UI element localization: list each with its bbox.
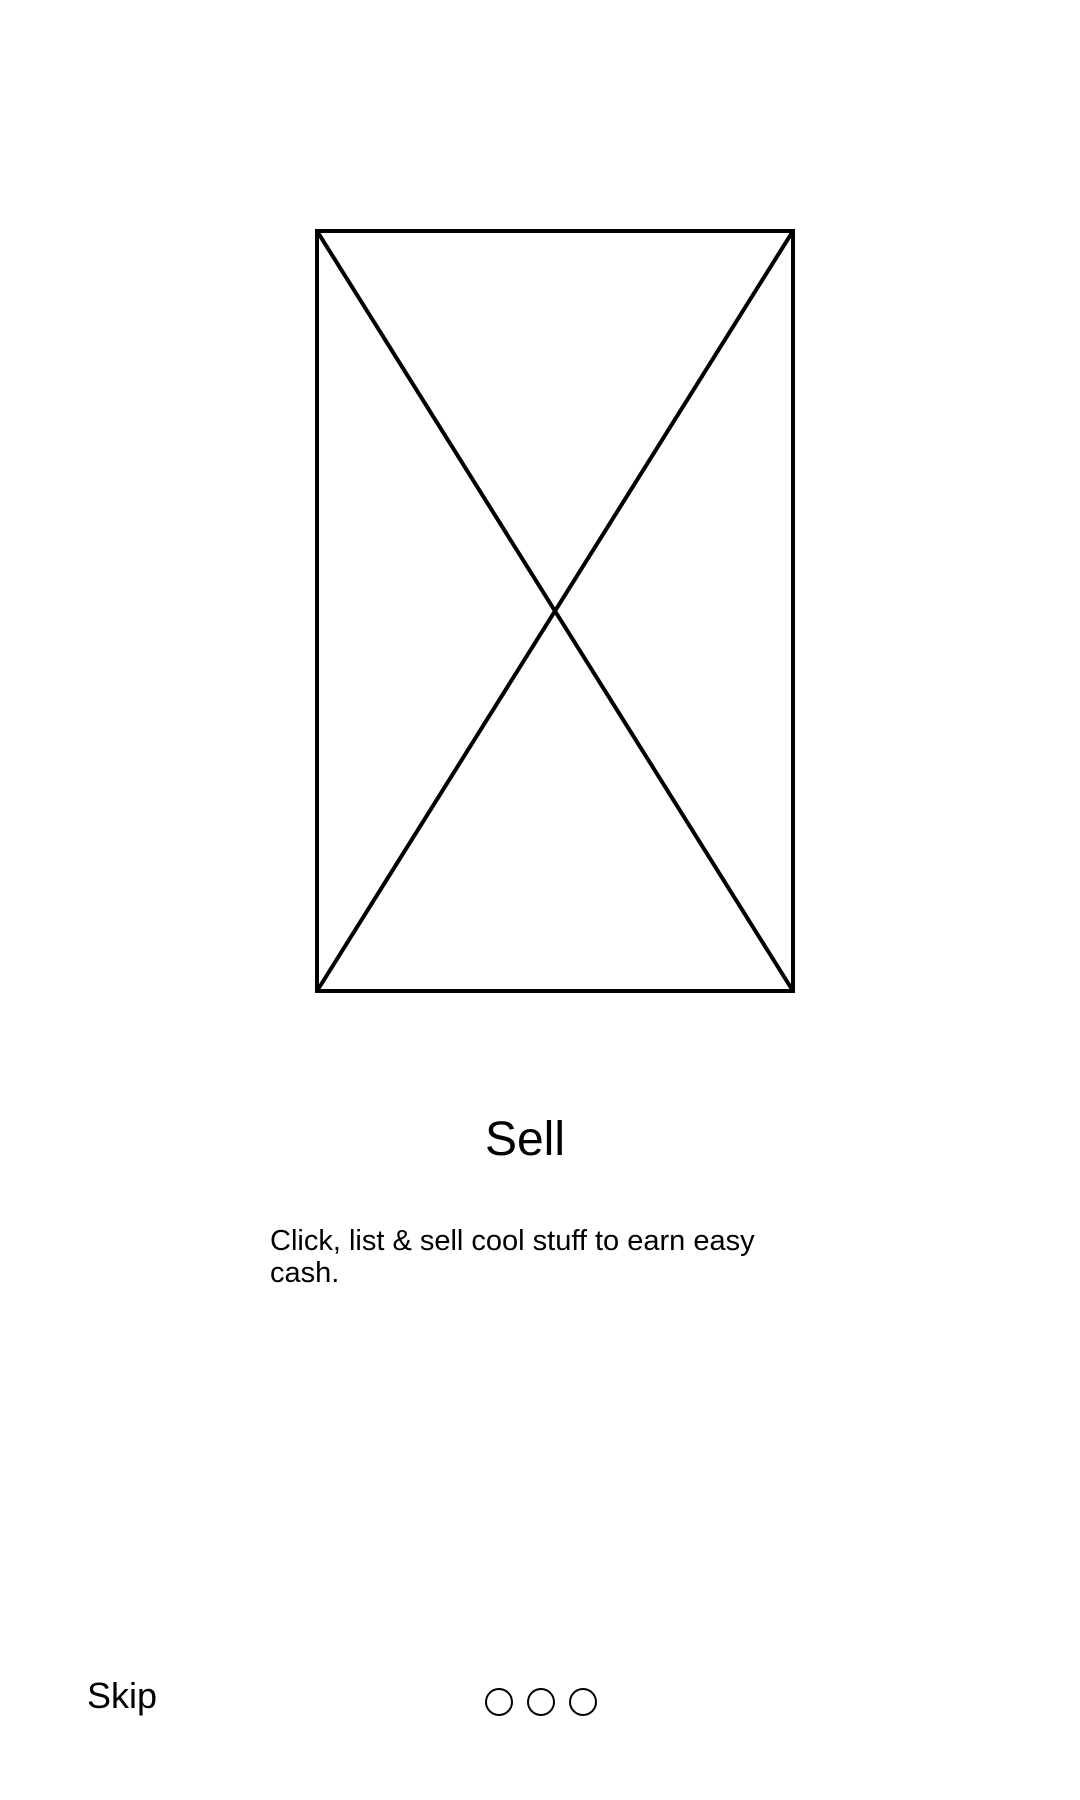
onboarding-description: Click, list & sell cool stuff to earn ea… [270,1225,755,1289]
page-title: Sell [484,1113,566,1166]
page-dot-1[interactable] [485,1688,513,1716]
page-dot-2[interactable] [527,1688,555,1716]
page-dot-3[interactable] [569,1688,597,1716]
image-placeholder-icon [315,229,795,993]
skip-button[interactable]: Skip [87,1675,157,1717]
page-indicator [485,1688,597,1716]
